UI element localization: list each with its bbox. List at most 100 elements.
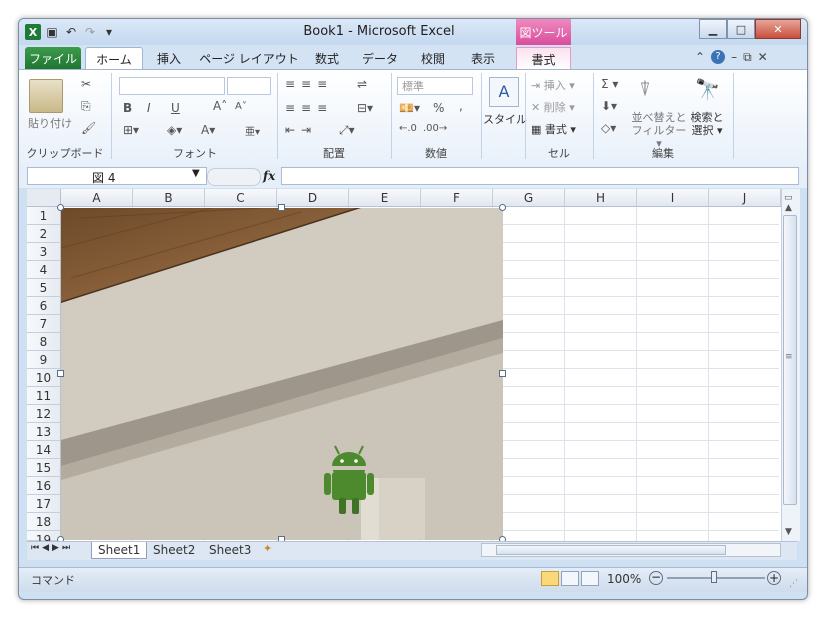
excel-logo-icon[interactable]: X: [25, 24, 41, 40]
borders-icon[interactable]: ⊞▾: [123, 123, 139, 137]
find-select-button[interactable]: 検索と 選択 ▾: [685, 111, 729, 137]
fill-color-icon[interactable]: ◈▾: [167, 123, 182, 137]
row-header[interactable]: 6: [27, 297, 61, 315]
restore-workbook-icon[interactable]: –: [731, 50, 737, 65]
indent-icons[interactable]: ⇤⇥: [285, 123, 317, 137]
cut-icon[interactable]: ✂: [81, 77, 91, 91]
paste-button[interactable]: 貼り付け: [25, 115, 75, 131]
insert-sheet-icon[interactable]: ✦: [263, 542, 272, 555]
normal-view-icon[interactable]: [541, 571, 559, 586]
bold-button[interactable]: B: [123, 101, 132, 115]
wrap-text-icon[interactable]: ⇌: [357, 77, 367, 91]
resize-handle[interactable]: [499, 370, 506, 377]
close-workbook-icon[interactable]: ✕: [758, 50, 768, 65]
styles-button[interactable]: スタイル: [483, 111, 527, 127]
page-break-view-icon[interactable]: [581, 571, 599, 586]
undo-icon[interactable]: ↶: [63, 24, 79, 40]
insert-cells-button[interactable]: ⇥ 挿入 ▾: [531, 77, 575, 93]
column-header[interactable]: A: [61, 189, 133, 207]
paste-icon[interactable]: [29, 79, 63, 113]
row-header[interactable]: 1: [27, 207, 61, 225]
row-header[interactable]: 12: [27, 405, 61, 423]
row-header[interactable]: 17: [27, 495, 61, 513]
select-all-button[interactable]: [27, 189, 61, 207]
customize-qat-icon[interactable]: ▾: [101, 24, 117, 40]
column-header[interactable]: D: [277, 189, 349, 207]
tab-insert[interactable]: 挿入: [147, 47, 191, 69]
zoom-level[interactable]: 100%: [607, 572, 641, 586]
column-header[interactable]: C: [205, 189, 277, 207]
accounting-format-icon[interactable]: 💴▾: [399, 101, 420, 115]
row-header[interactable]: 14: [27, 441, 61, 459]
zoom-slider-thumb[interactable]: [711, 571, 717, 583]
scroll-up-icon[interactable]: ▲: [785, 203, 792, 213]
row-header[interactable]: 19: [27, 531, 61, 547]
tab-review[interactable]: 校閲: [413, 47, 453, 69]
font-name-combo[interactable]: [119, 77, 225, 95]
tab-home[interactable]: ホーム: [85, 47, 143, 70]
row-header[interactable]: 18: [27, 513, 61, 531]
font-color-icon[interactable]: A▾: [201, 123, 215, 137]
fill-icon[interactable]: ⬇▾: [601, 99, 617, 113]
italic-button[interactable]: I: [147, 101, 151, 115]
resize-handle[interactable]: [57, 204, 64, 211]
increase-decimal-icon[interactable]: ←.0: [399, 123, 417, 134]
tab-format[interactable]: 書式: [516, 47, 571, 70]
increase-font-icon[interactable]: A˄: [213, 99, 227, 113]
comma-style-button[interactable]: ,: [459, 99, 463, 113]
column-header[interactable]: F: [421, 189, 493, 207]
tab-view[interactable]: 表示: [463, 47, 503, 69]
close-button[interactable]: ✕: [755, 19, 801, 39]
find-select-icon[interactable]: 🔭: [695, 77, 720, 101]
column-header[interactable]: H: [565, 189, 637, 207]
resize-handle[interactable]: [57, 370, 64, 377]
resize-handle[interactable]: [499, 204, 506, 211]
minimize-button[interactable]: ▁: [699, 19, 727, 39]
autosum-icon[interactable]: Σ ▾: [601, 77, 618, 91]
column-header[interactable]: J: [709, 189, 781, 207]
row-header[interactable]: 9: [27, 351, 61, 369]
font-size-combo[interactable]: [227, 77, 271, 95]
format-cells-button[interactable]: ▦ 書式 ▾: [531, 121, 576, 137]
underline-button[interactable]: U: [171, 101, 180, 115]
tab-formulas[interactable]: 数式: [307, 47, 347, 69]
name-box-dropdown-icon[interactable]: ▼: [192, 168, 200, 179]
row-header[interactable]: 4: [27, 261, 61, 279]
horizontal-scrollbar[interactable]: [481, 543, 781, 557]
scroll-down-icon[interactable]: ▼: [785, 527, 792, 537]
vertical-align-icons[interactable]: ≡≡≡: [285, 77, 333, 91]
horizontal-align-icons[interactable]: ≡≡≡: [285, 101, 333, 115]
column-header[interactable]: E: [349, 189, 421, 207]
redo-icon[interactable]: ↷: [82, 24, 98, 40]
tab-page-layout[interactable]: ページ レイアウト: [197, 47, 301, 69]
decrease-decimal-icon[interactable]: .00→: [423, 123, 447, 134]
row-header[interactable]: 3: [27, 243, 61, 261]
row-header[interactable]: 16: [27, 477, 61, 495]
format-painter-icon[interactable]: 🖌: [81, 121, 96, 135]
scroll-split-icon[interactable]: ▭: [784, 193, 793, 203]
page-layout-view-icon[interactable]: [561, 571, 579, 586]
row-header[interactable]: 13: [27, 423, 61, 441]
clear-icon[interactable]: ◇▾: [601, 121, 616, 135]
insert-function-button[interactable]: fx: [263, 169, 275, 183]
row-header[interactable]: 10: [27, 369, 61, 387]
number-format-combo[interactable]: 標準: [397, 77, 473, 95]
orientation-icon[interactable]: ⤢▾: [339, 123, 355, 138]
tab-file[interactable]: ファイル: [25, 47, 81, 69]
sheet-tab[interactable]: Sheet2: [147, 542, 201, 558]
phonetic-guide-icon[interactable]: 亜▾: [245, 123, 260, 138]
percent-style-button[interactable]: %: [433, 101, 444, 115]
inserted-picture[interactable]: [61, 208, 503, 540]
decrease-font-icon[interactable]: A˅: [235, 101, 247, 112]
merge-center-icon[interactable]: ⊟▾: [357, 101, 373, 115]
row-header[interactable]: 15: [27, 459, 61, 477]
row-header[interactable]: 11: [27, 387, 61, 405]
save-icon[interactable]: ▣: [44, 24, 60, 40]
tab-data[interactable]: データ: [355, 47, 405, 69]
sheet-tab[interactable]: Sheet3: [203, 542, 257, 558]
delete-cells-button[interactable]: ✕ 削除 ▾: [531, 99, 575, 115]
name-box[interactable]: 図 4 ▼: [27, 167, 207, 185]
formula-bar-resize-handle[interactable]: [207, 168, 261, 186]
formula-input[interactable]: [281, 167, 799, 185]
sheet-navigation-icons[interactable]: ⏮◀▶⏭: [31, 543, 73, 553]
